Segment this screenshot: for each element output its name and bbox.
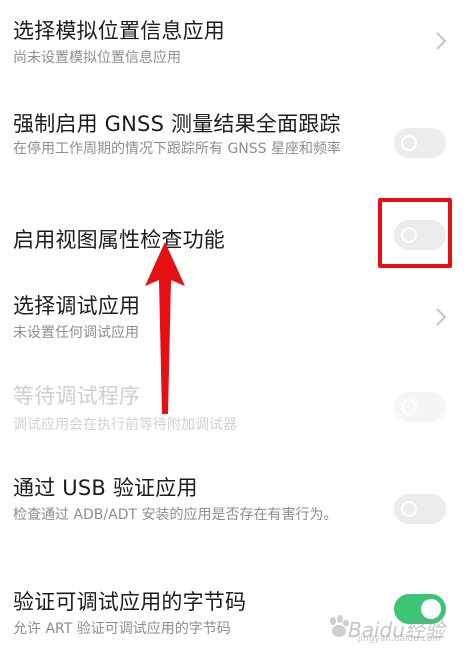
baidu-watermark: Baidu经验 jingyan.baidu.com [326,606,466,650]
verify-apps-usb-toggle[interactable] [394,494,446,524]
setting-title: 等待调试程序 [13,384,141,408]
chevron-right-icon [436,308,447,326]
watermark-url: jingyan.baidu.com [358,634,442,644]
toggle-knob [401,135,417,151]
gnss-tracking-toggle[interactable] [394,128,446,158]
setting-subtitle: 在停用工作周期的情况下跟踪所有 GNSS 星座和频率 [13,141,341,157]
setting-subtitle: 调试应用会在执行前等待附加调试器 [13,417,237,433]
highlight-box-annotation [378,198,452,268]
setting-row-verify-apps-over-usb[interactable]: 通过 USB 验证应用 检查通过 ADB/ADT 安装的应用是否存在有害行为。 [0,462,466,558]
setting-title: 通过 USB 验证应用 [13,476,198,500]
developer-options-screen: 选择模拟位置信息应用 尚未设置模拟位置信息应用 强制启用 GNSS 测量结果全面… [0,0,466,664]
setting-row-select-debug-app[interactable]: 选择调试应用 未设置任何调试应用 [0,282,466,354]
toggle-knob [401,399,417,415]
setting-row-gnss-full-tracking[interactable]: 强制启用 GNSS 测量结果全面跟踪 在停用工作周期的情况下跟踪所有 GNSS … [0,96,466,196]
setting-row-wait-for-debugger: 等待调试程序 调试应用会在执行前等待附加调试器 [0,370,466,442]
setting-title: 启用视图属性检查功能 [13,228,225,252]
setting-title: 验证可调试应用的字节码 [13,590,247,614]
setting-subtitle: 尚未设置模拟位置信息应用 [13,50,181,66]
setting-title: 选择调试应用 [13,294,141,318]
wait-for-debugger-toggle [394,392,446,422]
toggle-knob [401,501,417,517]
setting-subtitle: 允许 ART 验证可调试应用的字节码 [13,621,231,637]
chevron-right-icon [436,32,447,50]
setting-subtitle: 检查通过 ADB/ADT 安装的应用是否存在有害行为。 [13,507,338,523]
setting-title: 强制启用 GNSS 测量结果全面跟踪 [13,112,341,136]
setting-row-mock-location-app[interactable]: 选择模拟位置信息应用 尚未设置模拟位置信息应用 [0,0,466,86]
red-arrow-annotation [145,242,185,414]
setting-subtitle: 未设置任何调试应用 [13,325,139,341]
setting-title: 选择模拟位置信息应用 [13,19,225,43]
